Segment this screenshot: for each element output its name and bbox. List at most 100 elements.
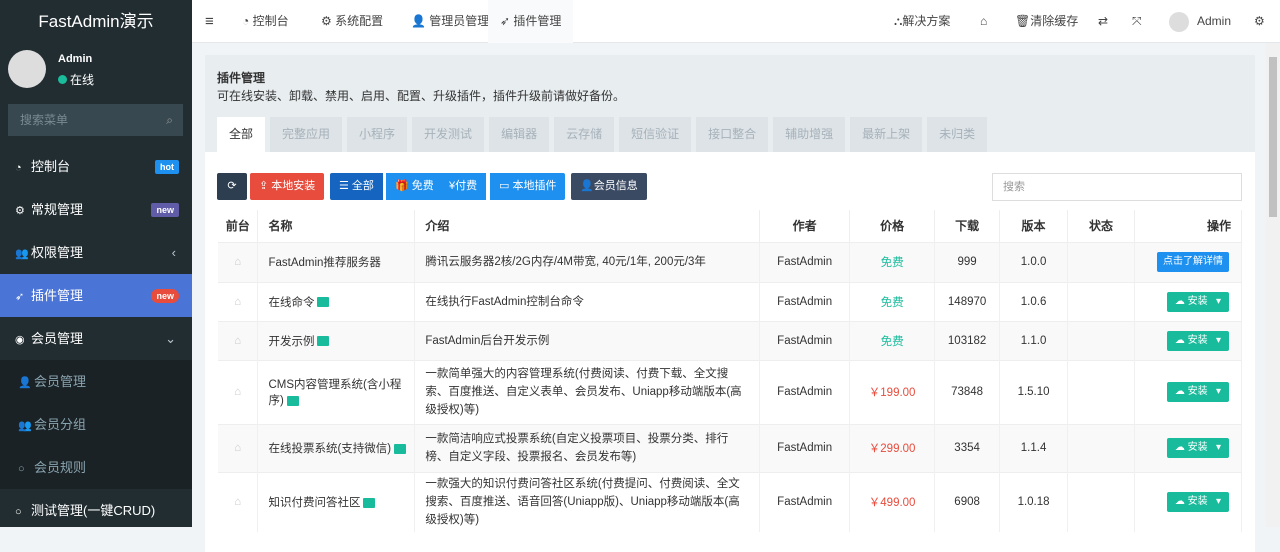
label: 解决方案 xyxy=(902,14,951,28)
filter-paid-button[interactable]: ¥付费 xyxy=(440,173,487,200)
author[interactable]: FastAdmin xyxy=(759,241,851,282)
refresh-button[interactable]: ⟳ xyxy=(217,173,247,200)
home-icon[interactable]: ⌂ xyxy=(218,423,259,472)
addon-name: 在线投票系统(支持微信) xyxy=(257,423,416,472)
tab-admin[interactable]: 👤 管理员管理 xyxy=(411,0,489,43)
install-button[interactable]: ☁ 安装 ▾ xyxy=(1166,291,1229,312)
tab-category[interactable]: 未归类 xyxy=(927,117,988,152)
fullscreen-icon[interactable]: ⤧ xyxy=(1132,0,1142,43)
name-text[interactable]: 知识付费问答社区 xyxy=(268,497,360,509)
tab-config[interactable]: ⚙ 系统配置 xyxy=(321,0,383,43)
settings-icon[interactable]: ⚙ xyxy=(1254,0,1265,43)
label: 常规管理 xyxy=(31,202,84,217)
filter-free-button[interactable]: 🎁 免费 xyxy=(386,173,443,200)
version: 1.0.6 xyxy=(999,281,1069,321)
tab-category[interactable]: 辅助增强 xyxy=(773,117,846,152)
name-text[interactable]: 在线投票系统(支持微信) xyxy=(268,443,391,455)
home-icon[interactable]: ⌂ xyxy=(218,241,259,282)
filter-local-button[interactable]: ▭ 本地插件 xyxy=(490,173,566,200)
tab-category[interactable]: 短信验证 xyxy=(619,117,692,152)
home-icon[interactable]: ⌂ xyxy=(218,471,259,532)
tab-category[interactable]: 接口整合 xyxy=(696,117,769,152)
search-menu-input[interactable]: 搜索菜单 ⌕ xyxy=(8,104,183,136)
rocket-icon: ➶ xyxy=(15,291,25,303)
image-icon[interactable] xyxy=(363,498,376,509)
install-button[interactable]: ☁ 安装 ▾ xyxy=(1166,492,1229,513)
tab-category[interactable]: 云存储 xyxy=(554,117,615,152)
addon-intro: 一款简单强大的内容管理系统(付费阅读、付费下载、全文搜索、百度推送、自定义表单、… xyxy=(414,359,761,424)
new-badge: new xyxy=(151,289,179,303)
author[interactable]: FastAdmin xyxy=(759,471,851,532)
home-icon[interactable]: ⌂ xyxy=(218,281,259,321)
label: 付费 xyxy=(455,180,478,192)
translate-icon[interactable]: ⇄ xyxy=(1098,0,1108,43)
image-icon[interactable] xyxy=(317,336,330,347)
tab-category[interactable]: 开发测试 xyxy=(412,117,485,152)
sidebar-item-general[interactable]: ⚙ 常规管理 new xyxy=(0,188,192,231)
clear-cache-button[interactable]: 🗑清除缓存 xyxy=(1015,0,1078,43)
column-header: 价格 xyxy=(849,210,936,242)
label: 本地安装 xyxy=(271,180,316,192)
new-badge: new xyxy=(151,203,179,217)
member-info-button[interactable]: 👤会员信息 xyxy=(571,173,647,200)
name-text[interactable]: 开发示例 xyxy=(268,336,314,348)
tab-category[interactable]: 小程序 xyxy=(347,117,408,152)
column-header: 下载 xyxy=(934,210,1001,242)
status xyxy=(1067,320,1135,360)
avatar xyxy=(8,50,46,88)
solutions-link[interactable]: ⛬解决方案 xyxy=(894,0,950,43)
sidebar-item-dashboard[interactable]: ◔ 控制台 hot xyxy=(0,145,192,188)
tab-category[interactable]: 完整应用 xyxy=(270,117,343,152)
author[interactable]: FastAdmin xyxy=(759,359,851,424)
label: 全部 xyxy=(351,180,374,192)
scrollbar[interactable] xyxy=(1266,43,1280,527)
tab-category[interactable]: 编辑器 xyxy=(489,117,550,152)
actions: ☁ 安装 ▾ xyxy=(1134,359,1242,424)
sidebar-item-member-manage[interactable]: 👤 会员管理 xyxy=(0,360,192,403)
name-text[interactable]: FastAdmin推荐服务器 xyxy=(268,257,380,269)
filter-all-button[interactable]: ☰ 全部 xyxy=(330,173,383,200)
label: 清除缓存 xyxy=(1030,14,1079,28)
cogs-icon: ⚙ xyxy=(15,205,25,217)
install-button[interactable]: ☁ 安装 ▾ xyxy=(1166,330,1229,351)
author[interactable]: FastAdmin xyxy=(759,281,851,321)
name-text[interactable]: 在线命令 xyxy=(268,297,314,309)
label: 会员管理 xyxy=(31,331,84,346)
tab-category[interactable]: 全部 xyxy=(217,117,266,152)
author[interactable]: FastAdmin xyxy=(759,423,851,472)
downloads: 73848 xyxy=(934,359,1001,424)
author[interactable]: FastAdmin xyxy=(759,320,851,360)
image-icon[interactable] xyxy=(286,395,299,406)
sidebar-item-member-rule[interactable]: ○ 会员规则 xyxy=(0,446,192,489)
home-icon[interactable]: ⌂ xyxy=(218,359,259,424)
search-placeholder: 搜索菜单 xyxy=(20,113,69,127)
image-icon[interactable] xyxy=(317,297,330,308)
home-icon[interactable]: ⌂ xyxy=(218,320,259,360)
status-text: 在线 xyxy=(70,73,95,87)
sidebar-item-member[interactable]: ◉ 会员管理 ⌄ xyxy=(0,317,192,360)
local-install-button[interactable]: ⇪ 本地安装 xyxy=(250,173,325,200)
user-menu[interactable]: Admin xyxy=(1169,0,1231,43)
tab-dashboard[interactable]: ◔ 控制台 xyxy=(242,0,289,43)
sidebar-item-test[interactable]: ○ 测试管理(一键CRUD) xyxy=(0,489,192,532)
sidebar-item-auth[interactable]: 👥 权限管理 ‹ xyxy=(0,231,192,274)
search-input[interactable]: 搜索 xyxy=(992,173,1242,201)
column-header: 名称 xyxy=(257,210,416,242)
home-icon[interactable]: ⌂ xyxy=(980,0,987,43)
scrollbar-thumb[interactable] xyxy=(1269,57,1277,217)
install-button[interactable]: ☁ 安装 ▾ xyxy=(1166,438,1229,458)
image-icon[interactable] xyxy=(394,443,407,454)
install-button[interactable]: ☁ 安装 ▾ xyxy=(1166,382,1229,402)
app-logo[interactable]: FastAdmin演示 xyxy=(0,0,192,43)
sidebar-item-member-group[interactable]: 👥 会员分组 xyxy=(0,403,192,446)
details-button[interactable]: 点击了解详情 xyxy=(1157,252,1229,272)
label: 会员管理 xyxy=(34,374,87,389)
sidebar-item-addon[interactable]: ➶ 插件管理 new xyxy=(0,274,192,317)
label: 权限管理 xyxy=(31,245,84,260)
tab-category[interactable]: 最新上架 xyxy=(850,117,923,152)
addon-name: FastAdmin推荐服务器 xyxy=(257,241,416,282)
online-dot-icon xyxy=(58,75,67,84)
menu-toggle-icon[interactable]: ≡ xyxy=(205,0,214,43)
tab-addon[interactable]: ➶ 插件管理 xyxy=(488,0,574,43)
status xyxy=(1067,423,1135,472)
